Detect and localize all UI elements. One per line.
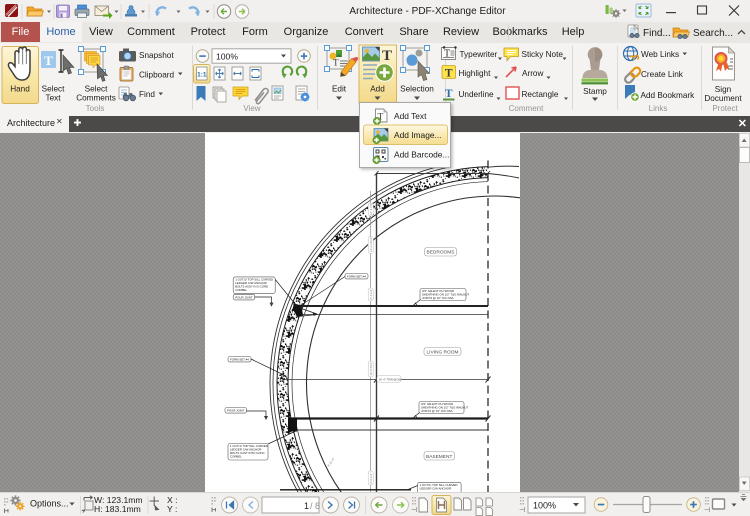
svg-text:LEDGER C/W ANCHOR: LEDGER C/W ANCHOR — [420, 486, 451, 490]
svg-text:Snapshot: Snapshot — [139, 51, 174, 60]
svg-text:Stamp: Stamp — [583, 87, 607, 96]
svg-text:Protect: Protect — [712, 104, 738, 113]
svg-text:BASEMENT: BASEMENT — [426, 454, 452, 460]
svg-text:T: T — [382, 48, 392, 64]
svg-text:Typewriter: Typewriter — [460, 50, 498, 59]
svg-text:Text: Text — [45, 94, 61, 103]
svg-text:T: T — [445, 88, 453, 100]
svg-text:T: T — [333, 58, 339, 68]
svg-text:Search...: Search... — [693, 28, 733, 39]
svg-text:Tools: Tools — [86, 104, 105, 113]
svg-text:100%: 100% — [216, 51, 238, 61]
svg-text:H: 183.1mm: H: 183.1mm — [94, 504, 141, 514]
svg-text:1:1: 1:1 — [197, 72, 207, 79]
svg-text:8'-1 1/2": 8'-1 1/2" — [369, 289, 373, 300]
svg-text:Selection: Selection — [400, 85, 434, 94]
svg-text:8'-0 1/2": 8'-0 1/2" — [369, 473, 373, 484]
svg-text:16'-2 7/8": 16'-2 7/8" — [369, 203, 373, 215]
svg-text:LIVING ROOM: LIVING ROOM — [427, 350, 459, 356]
svg-text:Links: Links — [649, 104, 668, 113]
svg-text:Add: Add — [370, 85, 385, 94]
svg-text:Sign: Sign — [715, 85, 732, 94]
svg-text:Sticky Note: Sticky Note — [522, 50, 564, 59]
svg-text:Clipboard: Clipboard — [139, 71, 174, 80]
svg-text:View: View — [243, 104, 260, 113]
svg-text:Add Bookmark: Add Bookmark — [641, 91, 696, 100]
svg-text:12'-4 13/16": 12'-4 13/16" — [369, 237, 373, 252]
svg-text:Comment: Comment — [509, 104, 544, 113]
svg-text:10'-0 5/16": 10'-0 5/16" — [369, 362, 373, 376]
svg-text:Select: Select — [85, 85, 108, 94]
svg-text:JOISTS @ 16" O/C NSA: JOISTS @ 16" O/C NSA — [421, 409, 453, 413]
svg-text:⊣: ⊣ — [704, 507, 710, 514]
svg-text:R 31'-0": R 31'-0" — [327, 457, 336, 468]
svg-text:FORM SET #4: FORM SET #4 — [347, 274, 366, 278]
svg-text:Underline: Underline — [459, 90, 494, 99]
svg-text:100%: 100% — [533, 501, 556, 511]
svg-text:Add Barcode...: Add Barcode... — [394, 150, 449, 160]
svg-text:⊣: ⊣ — [411, 507, 417, 514]
svg-text:Web Links: Web Links — [641, 50, 679, 59]
svg-text:CORBEL: CORBEL — [230, 454, 242, 458]
svg-text:Document: Document — [704, 94, 742, 103]
svg-text:Find: Find — [139, 90, 155, 99]
svg-text:Add Text: Add Text — [394, 111, 427, 121]
svg-text:Options...: Options... — [30, 499, 69, 509]
svg-text:POUR JOINT: POUR JOINT — [227, 409, 245, 413]
svg-text:Arrow: Arrow — [522, 69, 543, 78]
svg-text:CORBEL: CORBEL — [235, 288, 247, 292]
svg-text:1: 1 — [304, 501, 309, 511]
svg-text:Rectangle: Rectangle — [522, 90, 559, 99]
svg-text:T: T — [44, 53, 53, 68]
svg-text:/ 8: / 8 — [310, 501, 320, 511]
svg-text:Create Link: Create Link — [641, 70, 684, 79]
svg-text:W. 4" TRANSOM: W. 4" TRANSOM — [379, 377, 402, 381]
svg-text:Y :: Y : — [167, 504, 177, 514]
svg-text:⊣: ⊣ — [519, 507, 525, 514]
svg-text:T: T — [445, 68, 453, 80]
svg-text:Highlight: Highlight — [459, 69, 492, 78]
svg-text:Edit: Edit — [332, 85, 347, 94]
svg-text:POUR JOINT: POUR JOINT — [235, 295, 253, 299]
svg-text:JOISTS @ 16" O/C NSA: JOISTS @ 16" O/C NSA — [422, 296, 454, 300]
svg-text:Add Image...: Add Image... — [394, 130, 442, 140]
svg-text:Select: Select — [42, 85, 65, 94]
svg-text:FORM SET #4: FORM SET #4 — [230, 357, 249, 361]
svg-text:BEDROOMS: BEDROOMS — [427, 250, 455, 256]
svg-text:Find...: Find... — [643, 28, 671, 39]
svg-text:Comments: Comments — [76, 94, 116, 103]
svg-text:Hand: Hand — [10, 85, 30, 94]
